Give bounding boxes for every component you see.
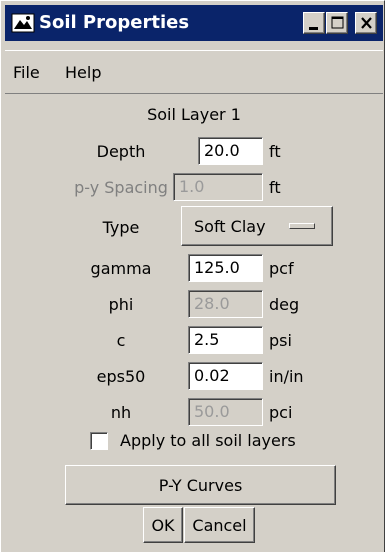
eps50-unit: in/in [269,367,304,386]
gamma-input[interactable]: 125.0 [188,254,263,282]
minimize-icon [309,27,318,30]
nh-input: 50.0 [188,398,263,426]
c-unit: psi [269,331,292,350]
phi-input: 28.0 [188,290,263,318]
c-input[interactable]: 2.5 [188,326,263,354]
menu-help[interactable]: Help [65,63,101,83]
title-bar[interactable]: Soil Properties [5,5,383,41]
type-label: Type [102,218,140,237]
phi-unit: deg [269,295,300,314]
type-value: Soft Clay [194,217,266,236]
py-curves-button[interactable]: P-Y Curves [65,465,336,505]
py-curves-button-label: P-Y Curves [158,476,243,495]
nh-unit: pci [269,403,293,422]
menu-bar: File Help [5,50,383,94]
soil-app-icon [11,12,35,34]
nh-label: nh [110,403,132,422]
eps50-label: eps50 [96,367,146,386]
cancel-button[interactable]: Cancel [184,507,255,543]
spacing-unit: ft [269,178,281,197]
apply-all-checkbox[interactable] [90,432,108,450]
close-button[interactable] [355,12,377,34]
menu-file[interactable]: File [13,63,40,83]
depth-input[interactable]: 20.0 [198,137,263,165]
layer-title: Soil Layer 1 [147,105,241,124]
soil-properties-window: Soil Properties File Help Soil Layer 1 D… [0,0,385,552]
cancel-button-label: Cancel [192,516,247,535]
c-label: c [116,331,126,350]
spacing-input: 1.0 [173,173,263,201]
depth-label: Depth [96,142,146,161]
depth-unit: ft [269,142,281,161]
window-title: Soil Properties [39,12,190,33]
gamma-unit: pcf [269,259,294,278]
ok-button[interactable]: OK [143,507,183,543]
minimize-button[interactable] [303,12,325,34]
gamma-label: gamma [90,259,152,278]
spacing-label: p-y Spacing [74,178,168,197]
maximize-button[interactable] [326,12,348,34]
phi-label: phi [108,295,134,314]
apply-all-label[interactable]: Apply to all soil layers [120,431,296,451]
ok-button-label: OK [151,516,175,535]
type-dropdown[interactable]: Soft Clay [181,206,333,246]
eps50-input[interactable]: 0.02 [188,362,263,390]
maximize-icon [331,16,344,29]
dropdown-indicator-icon [289,223,315,229]
close-icon [361,17,372,29]
